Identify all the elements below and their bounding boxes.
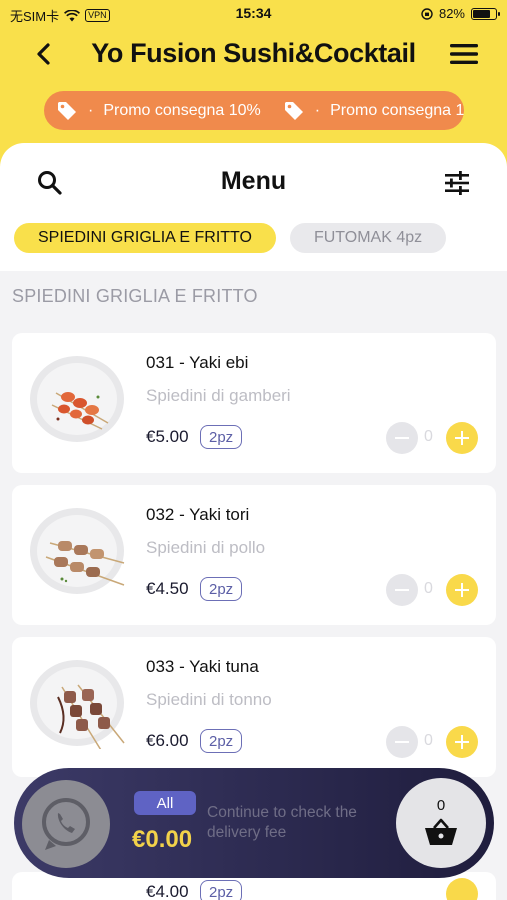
pieces-badge: 2pz: [200, 729, 243, 753]
battery-percent: 82%: [438, 6, 465, 21]
promo-strip[interactable]: · Promo consegna 10% · Promo consegna 10…: [44, 91, 464, 130]
orientation-lock-icon: [421, 7, 433, 20]
item-description: Spiedini di tonno: [146, 690, 272, 709]
promo-label: Promo consegna 10%: [330, 101, 464, 119]
menu-item-card[interactable]: 033 - Yaki tuna Spiedini di tonno €6.00 …: [12, 637, 496, 777]
menu-title: Menu: [220, 167, 287, 195]
section-title: SPIEDINI GRIGLIA E FRITTO: [12, 286, 258, 306]
promo-item[interactable]: · Promo consegna 10%: [56, 100, 261, 122]
category-tabs: SPIEDINI GRIGLIA E FRITTO FUTOMAK 4pz: [14, 223, 447, 253]
increase-button[interactable]: [446, 574, 478, 606]
item-price: €6.00: [146, 731, 189, 750]
whatsapp-icon: [42, 798, 90, 850]
item-name: 033 - Yaki tuna: [146, 657, 259, 676]
item-quantity: 0: [424, 428, 433, 445]
item-price: €4.00: [146, 882, 189, 900]
cart-count: 0: [436, 797, 446, 814]
category-tab-spiedini[interactable]: SPIEDINI GRIGLIA E FRITTO: [14, 223, 276, 253]
status-bar: 无SIM卡 VPN 15:34 82%: [0, 0, 507, 28]
whatsapp-button[interactable]: [22, 780, 110, 868]
item-price: €5.00: [146, 427, 189, 446]
title-bar: Yo Fusion Sushi&Cocktail: [0, 32, 507, 76]
cart-total: €0.00: [132, 826, 193, 853]
battery-icon: [471, 7, 500, 20]
promo-label: Promo consegna 10%: [103, 101, 261, 119]
order-filter-pill[interactable]: All: [134, 791, 196, 815]
increase-button[interactable]: [446, 422, 478, 454]
promo-item[interactable]: · Promo consegna 10%: [283, 100, 464, 122]
pieces-badge: 2pz: [200, 425, 243, 449]
increase-button[interactable]: [446, 726, 478, 758]
yaki-tuna-photo: [30, 660, 125, 749]
decrease-button[interactable]: [386, 726, 418, 758]
pieces-badge: 2pz: [200, 880, 243, 900]
restaurant-title: Yo Fusion Sushi&Cocktail: [91, 38, 416, 68]
yaki-tori-photo: [30, 508, 125, 594]
item-quantity: 0: [424, 580, 433, 597]
filter-sliders-icon[interactable]: [443, 169, 471, 197]
tag-icon: [284, 101, 303, 120]
item-name: 031 - Yaki ebi: [146, 353, 249, 372]
item-description: Spiedini di gamberi: [146, 386, 291, 405]
decrease-button[interactable]: [386, 422, 418, 454]
back-arrow-icon[interactable]: [32, 40, 56, 68]
menu-item-card[interactable]: 031 - Yaki ebi Spiedini di gamberi €5.00…: [12, 333, 496, 473]
basket-icon: [425, 818, 457, 845]
item-description: Spiedini di pollo: [146, 538, 266, 557]
yaki-ebi-photo: [30, 356, 124, 442]
decrease-button[interactable]: [386, 574, 418, 606]
tag-icon: [58, 101, 76, 120]
item-name: 032 - Yaki tori: [146, 505, 250, 524]
delivery-fee-note: Continue to check the delivery fee: [207, 804, 357, 841]
menu-item-card[interactable]: 032 - Yaki tori Spiedini di pollo €4.50 …: [12, 485, 496, 625]
item-quantity: 0: [424, 732, 433, 749]
hamburger-menu-icon[interactable]: [449, 42, 479, 66]
category-tab-futomak[interactable]: FUTOMAK 4pz: [289, 223, 447, 253]
item-price: €4.50: [146, 579, 189, 598]
pieces-badge: 2pz: [200, 577, 243, 601]
